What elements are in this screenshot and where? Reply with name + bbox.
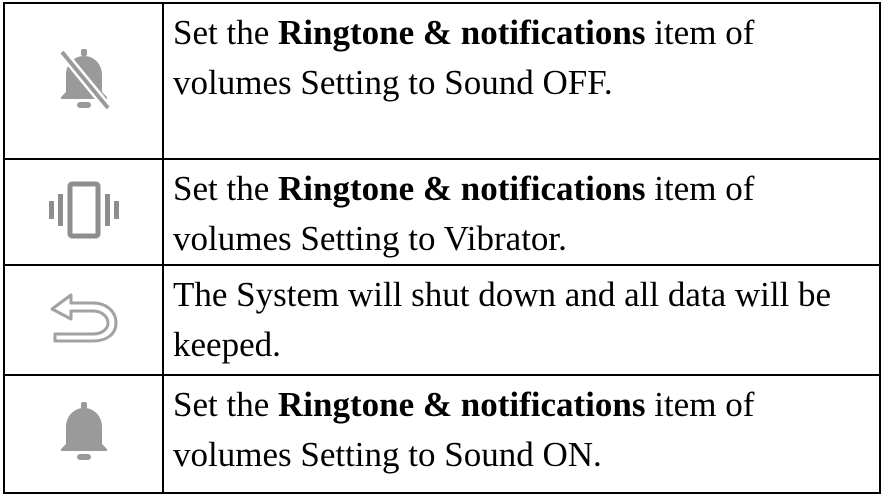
table-row: Set the Ringtone & notifications item of… [3,2,881,160]
description-cell: The System will shut down and all data w… [162,264,881,376]
icon-cell [3,374,164,494]
bell-icon [57,401,111,463]
icon-cell [3,2,164,160]
table-row: The System will shut down and all data w… [3,264,881,376]
icon-description-table: Set the Ringtone & notifications item of… [3,2,881,494]
vibrate-icon [48,181,120,239]
table-row: Set the Ringtone & notifications item of… [3,158,881,266]
back-icon [47,292,121,344]
description-text: Set the [173,169,278,208]
description-cell: Set the Ringtone & notifications item of… [162,2,881,160]
icon-cell [3,158,164,266]
table-row: Set the Ringtone & notifications item of… [3,374,881,494]
description-cell: Set the Ringtone & notifications item of… [162,158,881,266]
bell-off-icon [56,46,112,112]
description-text: Set the [173,385,278,424]
icon-cell [3,264,164,376]
description-cell: Set the Ringtone & notifications item of… [162,374,881,494]
description-bold: Ringtone & notifications [277,13,646,52]
description-bold: Ringtone & notifications [277,385,646,424]
description-text: The System will shut down and all data w… [173,275,832,364]
description-text: Set the [173,13,278,52]
description-bold: Ringtone & notifications [277,169,646,208]
